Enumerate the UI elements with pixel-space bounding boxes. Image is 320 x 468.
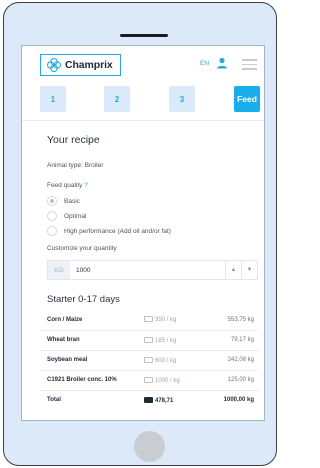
table-row: Soybean meal 600 / kg 242,08 kg bbox=[40, 350, 258, 371]
total-quantity: 1000,00 kg bbox=[223, 397, 254, 404]
app-header: Champrix EN bbox=[22, 46, 264, 86]
step-2-tab[interactable]: 2 bbox=[104, 86, 130, 112]
step-1-tab[interactable]: 1 bbox=[40, 86, 66, 112]
ingredient-quantity: 553,75 kg bbox=[202, 310, 258, 331]
ingredient-name: Wheat bran bbox=[40, 330, 144, 351]
ingredient-quantity: 242,08 kg bbox=[202, 350, 258, 371]
user-icon[interactable] bbox=[215, 56, 229, 70]
section-divider bbox=[22, 120, 264, 121]
phone-frame: Champrix EN 1 2 3 Feed Your recipe Anima… bbox=[3, 2, 277, 466]
brand-logo[interactable]: Champrix bbox=[40, 54, 121, 76]
app-screen: Champrix EN 1 2 3 Feed Your recipe Anima… bbox=[21, 45, 265, 421]
ingredient-quantity: 125,00 kg bbox=[202, 370, 258, 391]
total-price-text: 478,71 bbox=[155, 397, 174, 404]
radio-button[interactable] bbox=[47, 211, 57, 221]
ingredient-price: 185 / kg bbox=[144, 330, 202, 351]
feed-quality-label: Feed quality ? bbox=[47, 182, 88, 189]
animal-type-label: Animal type: Broiler bbox=[47, 162, 104, 169]
phase-title: Starter 0-17 days bbox=[47, 294, 120, 305]
price-text: 1000 / kg bbox=[155, 377, 180, 384]
feed-quality-text: Feed quality bbox=[47, 182, 83, 189]
recipe-title: Your recipe bbox=[47, 134, 100, 146]
customize-quantity-label: Customize your quantity bbox=[47, 245, 117, 252]
radio-option-optimal[interactable]: Optimal bbox=[47, 211, 86, 221]
quantity-unit: KG bbox=[48, 261, 70, 279]
price-text: 185 / kg bbox=[155, 337, 177, 344]
ingredient-name: Corn / Maize bbox=[40, 310, 144, 331]
ingredient-quantity: 79,17 kg bbox=[202, 330, 258, 351]
banknote-icon bbox=[144, 336, 153, 343]
price-text: 350 / kg bbox=[155, 317, 177, 324]
price-text: 600 / kg bbox=[155, 357, 177, 364]
quantity-input[interactable]: 1000 bbox=[76, 267, 225, 274]
total-price: 478,71 bbox=[144, 390, 202, 410]
radio-label: Basic bbox=[64, 197, 80, 205]
phone-speaker bbox=[120, 34, 168, 37]
champrix-logo-icon bbox=[46, 57, 62, 73]
step-3-tab[interactable]: 3 bbox=[169, 86, 195, 112]
radio-button[interactable] bbox=[47, 226, 57, 236]
radio-option-basic[interactable]: Basic bbox=[47, 196, 80, 206]
language-selector[interactable]: EN bbox=[200, 60, 209, 67]
banknote-icon bbox=[144, 376, 153, 383]
table-row: Corn / Maize 350 / kg 553,75 kg bbox=[40, 310, 258, 331]
banknote-icon bbox=[144, 356, 153, 363]
chevron-down-icon[interactable]: ▼ bbox=[241, 261, 257, 279]
radio-button-selected[interactable] bbox=[47, 196, 57, 206]
radio-option-high-performance[interactable]: High performance (Add oil and/or fat) bbox=[47, 226, 171, 236]
ingredient-price: 350 / kg bbox=[144, 310, 202, 331]
step-navigation: 1 2 3 Feed bbox=[40, 86, 260, 112]
help-icon[interactable]: ? bbox=[84, 182, 88, 189]
total-row: Total 478,71 1000,00 kg bbox=[40, 390, 258, 410]
radio-label: Optimal bbox=[64, 212, 87, 220]
ingredient-name: C1921 Broiler conc. 10% bbox=[40, 370, 144, 391]
total-label: Total bbox=[47, 397, 61, 404]
quantity-stepper[interactable]: KG 1000 ▲ ▼ bbox=[47, 260, 258, 280]
menu-icon[interactable] bbox=[242, 59, 257, 70]
ingredient-price: 600 / kg bbox=[144, 350, 202, 371]
brand-name: Champrix bbox=[65, 59, 113, 71]
step-feed-tab[interactable]: Feed bbox=[234, 86, 260, 112]
ingredient-price: 1000 / kg bbox=[144, 370, 202, 391]
recipe-table: Corn / Maize 350 / kg 553,75 kg Wheat br… bbox=[40, 310, 258, 410]
table-row: Wheat bran 185 / kg 79,17 kg bbox=[40, 330, 258, 351]
home-button[interactable] bbox=[134, 431, 165, 462]
banknote-icon bbox=[144, 316, 153, 323]
radio-label: High performance (Add oil and/or fat) bbox=[64, 227, 171, 235]
ingredient-name: Soybean meal bbox=[40, 350, 144, 371]
chevron-up-icon[interactable]: ▲ bbox=[225, 261, 241, 279]
banknote-icon bbox=[144, 396, 153, 403]
table-row: C1921 Broiler conc. 10% 1000 / kg 125,00… bbox=[40, 370, 258, 391]
